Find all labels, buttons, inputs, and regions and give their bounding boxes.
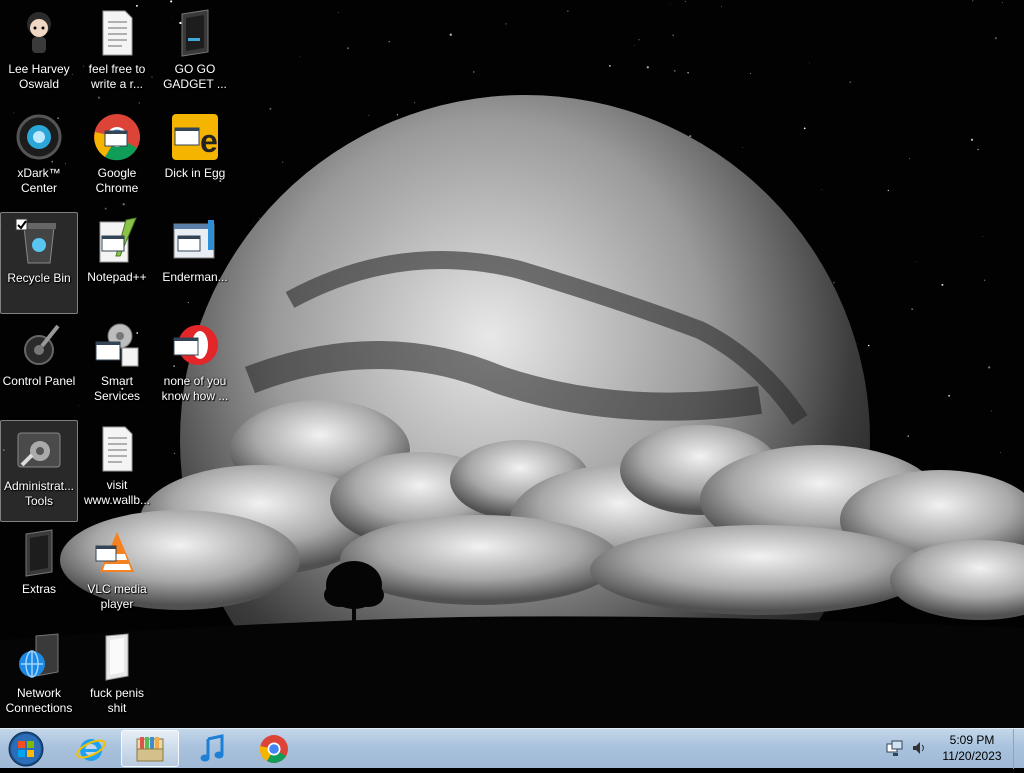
desktop-icon-label: Smart Services	[93, 374, 140, 403]
desktop-icon-label: GO GO GADGET ...	[163, 62, 227, 91]
text-document-icon	[92, 424, 142, 474]
taskbar-clock[interactable]: 5:09 PM 11/20/2023	[932, 732, 1012, 764]
desktop-icon-recycle-bin[interactable]: Recycle Bin	[0, 212, 78, 314]
desktop-icon-none-of-you-know[interactable]: none of you know how ...	[156, 316, 234, 418]
recycle-bin-icon	[14, 217, 64, 267]
clock-time: 5:09 PM	[949, 733, 995, 747]
taskbar-windows-explorer[interactable]	[121, 730, 179, 767]
egg-app-icon: e	[170, 112, 220, 162]
desktop-icon-lee-harvey-oswald[interactable]: Lee Harvey Oswald	[0, 4, 78, 106]
network-status-icon[interactable]	[886, 739, 904, 757]
svg-text:e: e	[200, 123, 218, 159]
desktop-icon-label: Enderman...	[162, 270, 228, 284]
desktop-icon-label: xDark™ Center	[17, 166, 61, 195]
control-panel-icon	[14, 320, 64, 370]
services-icon	[92, 320, 142, 370]
desktop-icon-label: Notepad++	[87, 270, 147, 284]
desktop-icon-visit-wallb[interactable]: visit www.wallb...	[78, 420, 156, 522]
desktop-icon-label: Recycle Bin	[7, 271, 71, 285]
windows-logo-icon	[8, 731, 44, 767]
notepadpp-icon	[92, 216, 142, 266]
desktop-icon-go-go-gadget[interactable]: GO GO GADGET ...	[156, 4, 234, 106]
start-button[interactable]	[5, 730, 47, 768]
windows-explorer-icon	[136, 736, 164, 761]
opera-shortcut-icon	[170, 320, 220, 370]
desktop-icon-extras[interactable]: Extras	[0, 524, 78, 626]
desktop-icon-label: Google Chrome	[95, 166, 139, 195]
desktop-icon-control-panel[interactable]: Control Panel	[0, 316, 78, 418]
desktop-icon-smart-services[interactable]: Smart Services	[78, 316, 156, 418]
desktop-icon-label: VLC media player	[87, 582, 147, 611]
taskbar-itunes[interactable]	[183, 730, 241, 767]
desktop-icon-enderman[interactable]: Enderman...	[156, 212, 234, 314]
window-shortcut-icon	[170, 216, 220, 266]
text-document-icon	[92, 632, 142, 682]
internet-explorer-icon	[76, 738, 106, 761]
desktop-icon-label: Lee Harvey Oswald	[8, 62, 70, 91]
vlc-icon	[92, 528, 142, 578]
desktop-icon-label: Dick in Egg	[164, 166, 226, 180]
taskbar-google-chrome[interactable]	[245, 730, 303, 767]
desktop-icon-dick-in-egg[interactable]: e Dick in Egg	[156, 108, 234, 210]
taskbar-internet-explorer[interactable]	[62, 730, 120, 767]
desktop-icon-fuck-penis-shit[interactable]: fuck penis shit	[78, 628, 156, 730]
network-icon	[14, 632, 64, 682]
chrome-icon	[92, 112, 142, 162]
volume-icon[interactable]	[910, 739, 928, 757]
show-desktop-button[interactable]	[1013, 729, 1024, 769]
text-document-icon	[92, 8, 142, 58]
desktop-icon-feel-free-to-write[interactable]: feel free to write a r...	[78, 4, 156, 106]
desktop-icon-notepadpp[interactable]: Notepad++	[78, 212, 156, 314]
itunes-icon	[200, 733, 224, 761]
taskbar: 5:09 PM 11/20/2023	[0, 728, 1024, 769]
desktop-icon-label: fuck penis shit	[89, 686, 145, 715]
folder-icon	[14, 528, 64, 578]
desktop-icon-label: feel free to write a r...	[88, 62, 146, 91]
folder-icon	[170, 8, 220, 58]
desktop-icon-label: Extras	[21, 582, 56, 596]
desktop-icon-administrative-tools[interactable]: Administrat... Tools	[0, 420, 78, 522]
desktop-icon-label: Network Connections	[5, 686, 73, 715]
desktop-icon-label: none of you know how ...	[161, 374, 229, 403]
desktop-icon-xdark-center[interactable]: xDark™ Center	[0, 108, 78, 210]
admin-tools-icon	[14, 425, 64, 475]
clock-date: 11/20/2023	[942, 749, 1002, 763]
desktop-icon-google-chrome[interactable]: Google Chrome	[78, 108, 156, 210]
desktop-icon-label: Control Panel	[2, 374, 76, 388]
system-tray: 5:09 PM 11/20/2023	[884, 729, 1024, 769]
desktop-icon-label: Administrat... Tools	[3, 479, 75, 508]
chrome-icon	[259, 734, 288, 763]
character-icon	[14, 8, 64, 58]
desktop-icon-network-connections[interactable]: Network Connections	[0, 628, 78, 730]
xdark-icon	[14, 112, 64, 162]
desktop-icon-label: visit www.wallb...	[83, 478, 151, 507]
desktop-icon-vlc-media-player[interactable]: VLC media player	[78, 524, 156, 626]
